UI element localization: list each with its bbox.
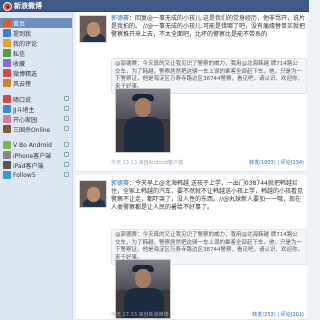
external-link-icon bbox=[64, 126, 69, 131]
sidebar-item[interactable]: 私信 bbox=[0, 48, 72, 58]
app-logo[interactable]: 新浪微博 bbox=[3, 1, 42, 11]
sidebar-item-label: 开心家园 bbox=[13, 116, 38, 124]
repost-text: @郭德赛：今天真的又让我见识了警察的威力，我用@北海韩越 牌714路公交车，为了… bbox=[115, 232, 303, 261]
sidebar-item[interactable]: 收藏 bbox=[0, 58, 72, 68]
app-logo-text: 新浪微博 bbox=[14, 2, 42, 10]
post-card: 郭德赛：回复@一事无成的小孩儿:这是我们的党身经历，他非骂开，说片是我拍的。 /… bbox=[76, 12, 307, 172]
post-card: 郭德赛：今天早上@北海韩越 送孩子上学，一出门038744就把韩越拦住，全家上韩… bbox=[76, 175, 307, 320]
sidebar-item-label: 微博精选 bbox=[13, 70, 38, 78]
follow5-icon bbox=[3, 171, 11, 179]
cards-icon bbox=[3, 105, 11, 113]
grid-icon bbox=[3, 95, 11, 103]
sidebar-item[interactable]: 微博精选 bbox=[0, 68, 72, 78]
sidebar-item[interactable]: iPad客户端 bbox=[0, 160, 72, 170]
mail-icon bbox=[3, 49, 11, 57]
external-link-icon bbox=[64, 142, 69, 147]
sidebar-item[interactable]: 首页 bbox=[0, 18, 72, 28]
sidebar-item-label: 我的评论 bbox=[13, 40, 38, 48]
post-text: 郭德赛：今天早上@北海韩越 送孩子上学，一出门038744就把韩越拦住，全家上韩… bbox=[111, 180, 307, 212]
star-icon bbox=[3, 59, 11, 67]
iphone-icon bbox=[3, 151, 11, 159]
sidebar-item-label: 首页 bbox=[13, 20, 26, 28]
post-body: ：今天早上@北海韩越 送孩子上学，一出门038744就把韩越拦住，全家上韩越的汽… bbox=[111, 180, 304, 211]
android-icon bbox=[3, 141, 11, 149]
external-link-icon bbox=[64, 152, 69, 157]
trophy-icon bbox=[3, 79, 11, 87]
sidebar-item-label: 私信 bbox=[13, 50, 26, 58]
external-link-icon bbox=[64, 96, 69, 101]
sidebar-item-label: iPhone客户端 bbox=[13, 152, 52, 160]
sidebar-item[interactable]: 我的评论 bbox=[0, 38, 72, 48]
sidebar-item-label: 收藏 bbox=[13, 60, 26, 68]
comment-icon bbox=[3, 39, 11, 47]
sidebar-item[interactable]: Follow5 bbox=[0, 170, 72, 180]
weibo-logo-icon bbox=[3, 1, 12, 11]
sidebar-item-label: 随口说 bbox=[13, 96, 32, 104]
sidebar-item-label: 三国杀Online bbox=[13, 126, 51, 134]
external-link-icon bbox=[64, 106, 69, 111]
heart-icon bbox=[3, 115, 11, 123]
sidebar-item-label: 风云榜 bbox=[13, 80, 32, 88]
post-body: ：回复@一事无成的小孩儿:这是我们的党身经历，他非骂开，说片是我拍的。 //@一… bbox=[111, 15, 306, 38]
sidebar-item[interactable]: 风云榜 bbox=[0, 78, 72, 88]
sidebar-item[interactable]: 开心家园 bbox=[0, 114, 72, 124]
at-icon bbox=[3, 29, 11, 37]
post-meta: 今天 17:33 来自新浪微博 bbox=[111, 312, 169, 318]
repost-text: @郭德赛：今天真的又让我见识了警察的威力，我用@北海韩越 牌714路公交车，为了… bbox=[115, 61, 303, 90]
post-author[interactable]: 郭德赛 bbox=[111, 180, 129, 187]
avatar[interactable] bbox=[79, 15, 107, 43]
post-photo[interactable] bbox=[115, 259, 171, 319]
sidebar-item-label: JJ斗地主 bbox=[13, 106, 35, 114]
top-bar: 新浪微博 bbox=[0, 0, 309, 12]
sidebar-item-label: iPad客户端 bbox=[13, 162, 44, 170]
ipad-icon bbox=[3, 161, 11, 169]
sidebar-item[interactable]: 提到我 bbox=[0, 28, 72, 38]
post-photo[interactable] bbox=[115, 88, 171, 153]
external-link-icon bbox=[64, 162, 69, 167]
sidebar-item[interactable]: 三国杀Online bbox=[0, 124, 72, 134]
timeline: 郭德赛：回复@一事无成的小孩儿:这是我们的党身经历，他非骂开，说片是我拍的。 /… bbox=[76, 12, 309, 320]
sidebar-item-label: Follow5 bbox=[13, 171, 36, 179]
sidebar-item-label: 提到我 bbox=[13, 30, 32, 38]
sidebar-item[interactable]: iPhone客户端 bbox=[0, 150, 72, 160]
post-meta: 今天 13:13 来自Android客户端 bbox=[111, 160, 183, 166]
external-link-icon bbox=[64, 116, 69, 121]
post-author[interactable]: 郭德赛 bbox=[111, 15, 129, 22]
sidebar-item[interactable]: JJ斗地主 bbox=[0, 104, 72, 114]
post-text: 郭德赛：回复@一事无成的小孩儿:这是我们的党身经历，他非骂开，说片是我拍的。 /… bbox=[111, 15, 307, 39]
hot-icon bbox=[3, 69, 11, 77]
external-link-icon bbox=[64, 172, 69, 177]
sidebar: 首页提到我我的评论私信收藏微博精选风云榜 随口说 JJ斗地主开心家园三国杀Onli… bbox=[0, 12, 73, 320]
home-icon bbox=[3, 19, 11, 27]
game-icon bbox=[3, 125, 11, 133]
sidebar-item-label: V Bo Android bbox=[13, 141, 52, 149]
post-actions[interactable]: 转发(1003) | 评论(234) bbox=[249, 159, 304, 166]
sidebar-item[interactable]: V Bo Android bbox=[0, 140, 72, 150]
sidebar-item[interactable]: 随口说 bbox=[0, 94, 72, 104]
avatar[interactable] bbox=[79, 180, 107, 208]
post-actions[interactable]: 转发(253) | 评论(201) bbox=[252, 311, 304, 318]
